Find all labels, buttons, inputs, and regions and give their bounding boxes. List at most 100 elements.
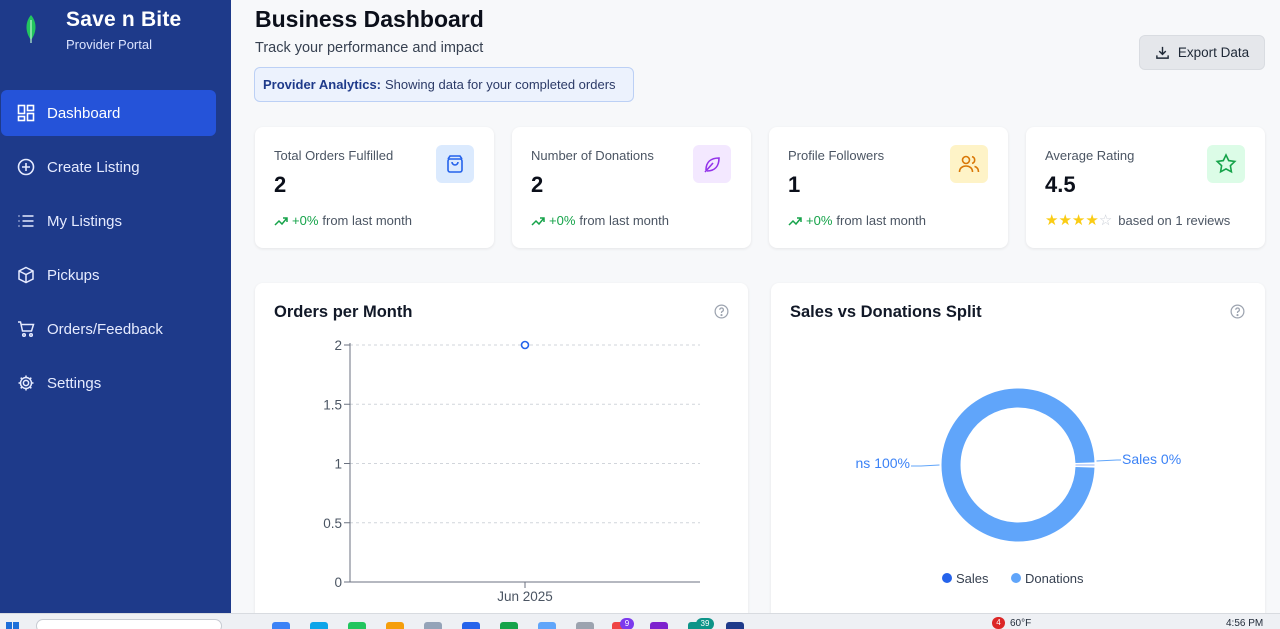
legend-label: Sales [956,571,989,586]
legend-label: Donations [1025,571,1084,586]
taskbar-app-icon[interactable] [272,622,290,629]
orders-chart-panel: Orders per Month 0 0.5 1 1.5 2 Jun 2025 [255,283,748,623]
clock-time[interactable]: 4:56 PM [1226,618,1263,629]
label-leader [1096,459,1121,462]
page-title: Business Dashboard [255,6,484,32]
rating-stars: ★ ★ ★ ★ ☆ [1045,213,1112,228]
leaf-icon [704,157,720,173]
taskbar-app-icon[interactable] [348,622,366,629]
star-filled-icon: ★ [1058,212,1072,229]
page-subtitle: Track your performance and impact [255,40,484,56]
sidebar-item-orders-feedback[interactable]: Orders/Feedback [1,306,216,352]
stat-card-donations: Number of Donations 2 +0% from last mont… [512,127,751,248]
sidebar-item-label: Dashboard [47,104,121,122]
split-chart-panel: Sales vs Donations Split Sales 0% ns 100%… [771,283,1265,623]
stat-icon-box [436,145,474,183]
taskbar-badge: 39 [696,618,714,629]
slice-label: ns 100% [856,455,910,471]
stat-icon-box [693,145,731,183]
y-tick-label: 1 [334,457,342,472]
stat-trend-text: from last month [579,213,669,228]
taskbar-search-box[interactable] [36,619,222,629]
main-content: Business Dashboard Track your performanc… [231,0,1280,623]
brand[interactable]: Save n Bite Provider Portal [22,8,181,52]
users-icon [958,155,980,173]
trending-up-icon [788,216,802,226]
sidebar-item-my-listings[interactable]: My Listings [1,198,216,244]
taskbar-app-icon[interactable] [386,622,404,629]
stat-label: Number of Donations [531,148,654,163]
stat-value: 1 [788,172,801,197]
dashboard-icon [17,104,35,122]
cart-icon [18,321,35,338]
stat-trend-text: from last month [322,213,412,228]
sales-donations-donut-chart: Sales 0% ns 100% Sales Donations [856,388,1181,586]
legend-swatch [1011,573,1021,583]
stat-label: Average Rating [1045,148,1135,163]
taskbar-app-icon[interactable] [462,622,480,629]
stat-trend-percent: +0% [549,213,576,228]
analytics-notice: Provider Analytics: Showing data for you… [254,67,634,102]
sidebar-item-pickups[interactable]: Pickups [1,252,216,298]
weather-badge: 4 [992,617,1005,629]
trending-up-icon [531,216,545,226]
star-icon [1215,153,1237,174]
sidebar-nav: Dashboard Create Listing My Listings Pic… [0,90,231,414]
y-tick-label: 0 [334,575,342,590]
stat-trend-percent: +0% [806,213,833,228]
stat-trend: +0% from last month [274,213,412,228]
x-tick-label: Jun 2025 [497,589,553,604]
sidebar-item-label: Create Listing [47,158,140,176]
notice-label: Provider Analytics: [263,77,382,92]
list-icon [18,215,34,227]
stat-value: 4.5 [1045,172,1076,197]
sidebar: Save n Bite Provider Portal Dashboard Cr… [0,0,231,613]
trending-up-icon [274,216,288,226]
sidebar-item-settings[interactable]: Settings [1,360,216,406]
shopping-bag-icon [447,155,463,173]
y-tick-label: 0.5 [323,516,342,531]
taskbar-app-icon[interactable] [726,622,744,629]
windows-start-icon[interactable] [6,622,20,629]
taskbar-badge: 9 [620,618,634,629]
notice-text: Showing data for your completed orders [385,77,616,92]
y-tick-label: 2 [334,338,342,353]
leaf-logo-icon [26,15,36,43]
taskbar-app-icon[interactable] [424,622,442,629]
sidebar-item-label: Settings [47,374,102,392]
star-empty-icon: ☆ [1098,212,1113,229]
package-icon [18,266,34,284]
weather-temperature[interactable]: 60°F [1010,618,1031,629]
export-label: Export Data [1177,45,1250,60]
star-filled-icon: ★ [1045,212,1059,229]
stat-value: 2 [531,172,544,197]
orders-line-chart: 0 0.5 1 1.5 2 Jun 2025 [323,338,700,604]
sidebar-item-dashboard[interactable]: Dashboard [1,90,216,136]
sidebar-item-label: My Listings [47,212,123,230]
stat-trend: ★ ★ ★ ★ ☆ based on 1 reviews [1045,213,1230,228]
donut-slice [941,388,1095,542]
sidebar-item-create-listing[interactable]: Create Listing [1,144,216,190]
taskbar-app-icon[interactable] [500,622,518,629]
stat-value: 2 [274,172,287,197]
download-icon [1156,46,1169,59]
stat-trend: +0% from last month [788,213,926,228]
stat-card-rating: Average Rating 4.5 ★ ★ ★ ★ ☆ based on 1 … [1026,127,1265,248]
plus-circle-icon [17,158,35,176]
brand-name: Save n Bite [66,8,182,31]
stat-trend-text: based on 1 reviews [1118,213,1231,228]
y-tick-label: 1.5 [323,397,342,412]
export-data-button[interactable]: Export Data [1139,35,1265,70]
stat-trend: +0% from last month [531,213,669,228]
taskbar-app-icon[interactable] [538,622,556,629]
stat-card-followers: Profile Followers 1 +0% from last month [769,127,1008,248]
os-taskbar: 9 39 4 60°F 4:56 PM [0,613,1280,629]
star-filled-icon: ★ [1085,212,1099,229]
stat-label: Profile Followers [788,148,885,163]
taskbar-app-icon[interactable] [310,622,328,629]
taskbar-app-icon[interactable] [576,622,594,629]
legend-swatch [942,573,952,583]
stat-icon-box [1207,145,1245,183]
star-filled-icon: ★ [1071,212,1086,229]
taskbar-app-icon[interactable] [650,622,668,629]
